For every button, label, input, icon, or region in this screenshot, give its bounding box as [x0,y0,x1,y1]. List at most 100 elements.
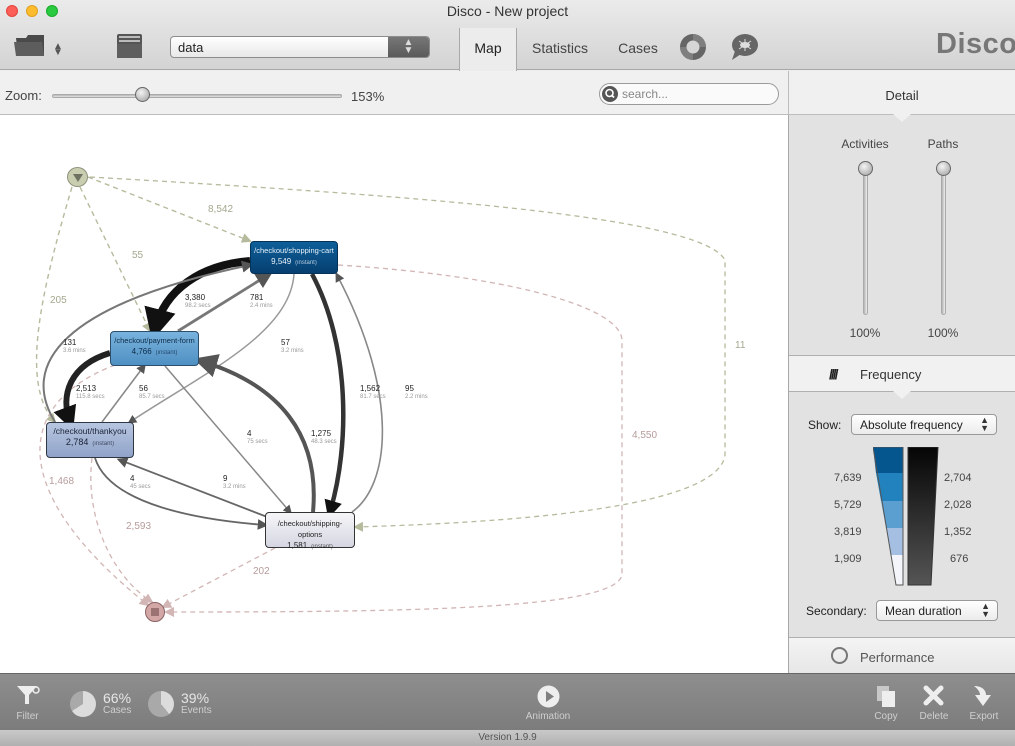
edge-label: 57 3.2 mins [281,338,304,354]
node-secondary: (instant) [155,350,178,356]
edge-label: 781 2.4 mins [250,293,273,309]
process-map-canvas[interactable]: /checkout/shopping-cart 9,549 (instant) /… [0,115,788,673]
detail-tab[interactable]: Detail [788,71,1015,115]
node-title: /checkout/payment-form [114,336,195,345]
dataset-select-arrows-icon[interactable]: ▲ ▼ [388,37,429,57]
filter-label[interactable]: Filter [10,711,45,722]
activity-node-shipping-options[interactable]: /checkout/shipping-options 1,581 (instant… [265,512,355,550]
export-label[interactable]: Export [964,711,1004,722]
node-secondary: (instant) [295,260,317,266]
start-edge-label: 205 [50,295,67,306]
detail-notch [893,114,911,122]
legend-black-band [907,447,939,586]
zoom-value: 153% [351,89,385,104]
filter-icon[interactable] [16,684,40,706]
edge-label: 131 3.6 mins [63,338,86,354]
end-edge-label: 4,550 [632,430,658,441]
legend-blue-band [891,555,903,585]
legend-right-value: 2,704 [944,472,972,484]
copy-icon[interactable] [876,685,896,708]
archive-icon[interactable] [116,33,143,59]
process-map-edges [35,176,726,617]
popup-arrows-icon: ▲ ▼ [981,601,990,619]
show-metric-select[interactable]: Absolute frequency ▲ ▼ [851,414,997,435]
search-box[interactable] [599,83,779,105]
legend-blue-band [873,447,903,473]
frequency-notch [893,391,911,399]
edge-label: 1,562 81.7 secs [360,384,386,400]
copy-label[interactable]: Copy [868,711,904,722]
zoom-slider-track[interactable] [52,94,342,98]
performance-label: Performance [860,650,935,665]
zoom-slider-thumb[interactable] [134,87,150,102]
disco-window: Disco - New project ▲ ▼ data ▲ ▼ Map Stati… [0,0,1015,746]
edge-cart-to-ship [310,272,346,519]
start-edge-label: 55 [132,250,144,261]
node-secondary: (instant) [311,544,333,550]
frequency-section-header[interactable]: //// Frequency [789,355,1015,399]
edge-label: 95 2.2 mins [405,384,428,400]
detail-panel: Activities Paths 100% 100% //// Frequenc… [788,114,1015,674]
edge-cart-to-end [164,264,623,617]
animation-label[interactable]: Animation [518,711,578,722]
zoom-bar: Zoom: 153% Detail [0,71,1015,115]
node-count: 1,581 [287,541,308,550]
frequency-label: Frequency [860,367,922,382]
paths-slider-track[interactable] [941,171,946,315]
folder-icon[interactable] [14,32,46,58]
animation-play-icon[interactable] [537,685,560,708]
activities-label: Activities [841,137,889,151]
dataset-select-value: data [178,40,204,55]
tab-statistics[interactable]: Statistics [524,28,596,71]
toolbar: Disco - New project ▲ ▼ data ▲ ▼ Map Stati… [0,0,1015,71]
edge-ship-to-end [161,547,276,608]
activities-slider-track[interactable] [863,171,868,315]
edge-label: 4 75 secs [247,429,268,445]
node-title: /checkout/thankyou [53,426,127,436]
search-input[interactable] [622,86,772,102]
popup-arrows-icon: ▲ ▼ [980,415,989,433]
frequency-legend-scale [873,447,939,586]
delete-icon[interactable] [923,685,944,706]
dataset-select[interactable]: data ▲ ▼ [170,36,430,58]
export-icon[interactable] [972,684,994,708]
show-label: Show: [808,418,842,432]
disco-logo: Disco [936,28,1015,60]
bug-feedback-icon[interactable] [729,33,759,61]
activity-node-thankyou[interactable]: /checkout/thankyou 2,784 (instant) [46,422,134,458]
end-node[interactable] [145,602,165,622]
node-count: 2,784 [65,437,89,447]
start-edge-label: 11 [735,340,746,351]
performance-section-header[interactable]: Performance [789,637,1015,674]
activity-node-payment-form[interactable]: /checkout/payment-form 4,766 (instant) [110,331,199,366]
edge-thank-to-pay [101,363,146,423]
search-icon [602,86,618,102]
delete-label[interactable]: Delete [914,711,954,722]
start-node[interactable] [67,167,88,187]
legend-left-value: 5,729 [834,499,862,511]
node-count: 9,549 [271,257,292,266]
stopwatch-icon [831,647,848,664]
edge-label: 2,513 115.8 secs [76,384,105,400]
lifebuoy-icon[interactable] [678,32,708,62]
paths-label: Paths [927,137,959,151]
secondary-metric-select[interactable]: Mean duration ▲ ▼ [876,600,998,621]
node-secondary: (instant) [92,441,115,447]
edge-label: 9 3.2 mins [223,474,246,490]
cases-label: Cases [103,705,132,716]
tab-map[interactable]: Map [459,28,517,71]
events-percent: 39% [181,690,210,706]
activities-slider-thumb[interactable] [858,161,873,176]
events-pie-chart [148,691,174,717]
end-edge-label: 1,468 [49,476,75,487]
tab-cases[interactable]: Cases [612,28,664,71]
activity-node-shopping-cart[interactable]: /checkout/shopping-cart 9,549 (instant) [250,241,338,274]
legend-right-value: 2,028 [944,499,972,511]
version-label: Version 1.9.9 [478,732,537,743]
paths-slider-thumb[interactable] [936,161,951,176]
end-edge-label: 202 [253,566,270,577]
legend-left-value: 3,819 [834,526,862,538]
legend-left-value: 7,639 [834,472,862,484]
project-switch-icon[interactable]: ▲ ▼ [53,42,63,58]
end-edge-label: 2,593 [126,521,152,532]
